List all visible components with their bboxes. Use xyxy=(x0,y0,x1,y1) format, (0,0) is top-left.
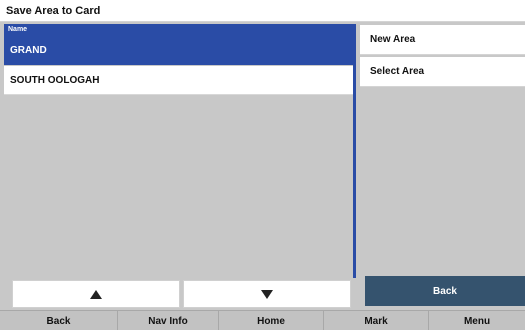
bottom-nav-bar: Back Nav Info Home Mark Menu xyxy=(0,310,525,330)
nav-mark-button[interactable]: Mark xyxy=(324,311,429,330)
select-area-button[interactable]: Select Area xyxy=(360,57,525,87)
triangle-down-icon xyxy=(261,289,273,299)
triangle-up-icon xyxy=(90,289,102,299)
window-title: Save Area to Card xyxy=(0,0,525,22)
area-list: Name GRAND SOUTH OOLOGAH xyxy=(4,22,354,276)
list-item-grand[interactable]: GRAND xyxy=(4,36,354,65)
nav-home-button[interactable]: Home xyxy=(219,311,324,330)
panel-back-button[interactable]: Back xyxy=(365,276,525,306)
nav-back-button[interactable]: Back xyxy=(0,311,118,330)
list-item-south-oologah[interactable]: SOUTH OOLOGAH xyxy=(4,66,354,95)
list-header-name: Name xyxy=(4,24,354,36)
new-area-button[interactable]: New Area xyxy=(360,25,525,55)
scroll-up-button[interactable] xyxy=(12,280,180,308)
nav-menu-button[interactable]: Menu xyxy=(429,311,525,330)
panel-divider xyxy=(353,24,356,278)
scroll-down-button[interactable] xyxy=(183,280,351,308)
nav-info-button[interactable]: Nav Info xyxy=(118,311,219,330)
